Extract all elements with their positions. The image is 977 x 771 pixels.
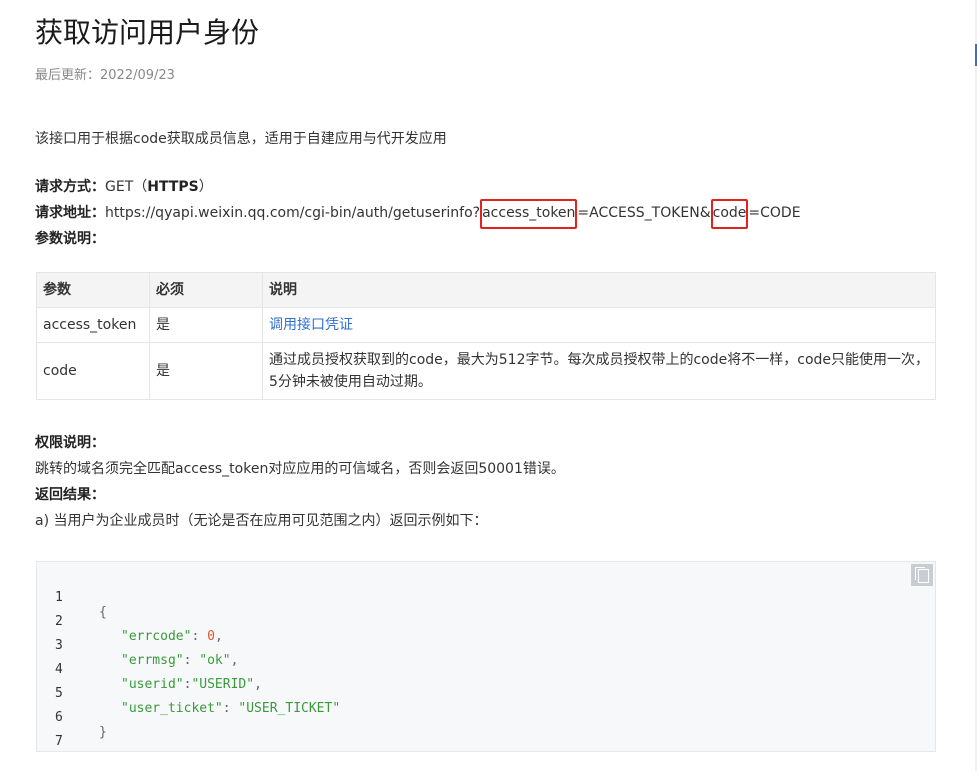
last-updated: 最后更新：2022/09/23 — [35, 68, 175, 83]
url-prefix: https://qyapi.weixin.qq.com/cgi-bin/auth… — [105, 205, 481, 221]
code-text: "userid":"USERID", — [121, 677, 262, 692]
code-line: 5 "user_ticket": "USER_TICKET" — [37, 671, 340, 716]
request-method-label: 请求方式： — [35, 179, 105, 195]
permission-label: 权限说明： — [35, 435, 105, 451]
param-required: 是 — [149, 342, 263, 400]
url-mid: =ACCESS_TOKEN& — [577, 205, 711, 221]
table-header-row: 参数 必须 说明 — [36, 272, 936, 308]
result-label: 返回结果： — [35, 487, 105, 503]
json-sep: : — [222, 701, 239, 716]
request-url-label: 请求地址： — [35, 205, 105, 221]
code-text: { — [99, 605, 107, 620]
json-sep: , — [230, 653, 239, 668]
code-line: 1 { — [37, 575, 107, 620]
param-required: 是 — [149, 307, 263, 343]
page-title: 获取访问用户身份 — [35, 16, 260, 49]
code-text: "errmsg": "ok", — [121, 653, 238, 668]
json-sep: , — [214, 629, 223, 644]
json-key: "errmsg" — [121, 653, 184, 668]
code-line: 6 } — [37, 695, 107, 740]
copy-icon[interactable] — [911, 564, 933, 586]
table-row: access_token 是 调用接口凭证 — [36, 307, 936, 343]
code-line: 7 — [37, 719, 68, 749]
table-header-required: 必须 — [149, 272, 263, 308]
json-sep: : — [191, 629, 208, 644]
url-code-highlight: code — [710, 199, 749, 229]
request-method: 请求方式：GET（HTTPS） — [35, 176, 213, 196]
request-method-https: HTTPS — [147, 179, 199, 195]
json-value: "USERID" — [191, 677, 255, 692]
result-text: a) 当用户为企业成员时（无论是否在应用可见范围之内）返回示例如下： — [35, 513, 488, 529]
request-url: 请求地址：https://qyapi.weixin.qq.com/cgi-bin… — [35, 199, 801, 229]
params-table: 参数 必须 说明 access_token 是 调用接口凭证 code 是 通过… — [36, 272, 936, 400]
code-line: 4 "userid":"USERID", — [37, 647, 262, 692]
json-sep: , — [254, 677, 262, 692]
json-key: "errcode" — [121, 629, 192, 644]
code-text: } — [99, 725, 107, 740]
param-name: access_token — [36, 307, 150, 343]
json-value: "USER_TICKET" — [238, 701, 341, 716]
access-token-link[interactable]: 调用接口凭证 — [269, 317, 353, 333]
json-sep: : — [183, 653, 200, 668]
url-access-token-highlight: access_token — [480, 199, 578, 229]
request-method-close: ） — [198, 179, 213, 195]
table-header-desc: 说明 — [262, 272, 936, 308]
params-label: 参数说明： — [35, 231, 105, 247]
line-number: 7 — [55, 734, 63, 749]
request-method-value: GET（ — [105, 179, 148, 195]
table-header-param: 参数 — [36, 272, 150, 308]
url-end: =CODE — [748, 205, 801, 221]
json-key: "user_ticket" — [121, 701, 223, 716]
code-line: 3 "errmsg": "ok", — [37, 623, 238, 668]
permission-text: 跳转的域名须完全匹配access_token对应应用的可信域名，否则会返回500… — [35, 461, 565, 477]
json-value: 0 — [207, 629, 215, 644]
table-row: code 是 通过成员授权获取到的code，最大为512字节。每次成员授权带上的… — [36, 342, 936, 400]
intro-text: 该接口用于根据code获取成员信息，适用于自建应用与代开发应用 — [35, 131, 447, 147]
json-key: "userid" — [121, 677, 184, 692]
code-text: "errcode": 0, — [121, 629, 223, 644]
param-desc: 调用接口凭证 — [262, 307, 936, 343]
json-value: "ok" — [199, 653, 231, 668]
code-text: "user_ticket": "USER_TICKET" — [121, 701, 340, 716]
param-desc: 通过成员授权获取到的code，最大为512字节。每次成员授权带上的code将不一… — [262, 342, 936, 400]
code-line: 2 "errcode": 0, — [37, 599, 223, 644]
param-name: code — [36, 342, 150, 400]
code-block: 1 { 2 "errcode": 0, 3 "errmsg": "ok", 4 … — [36, 561, 936, 752]
